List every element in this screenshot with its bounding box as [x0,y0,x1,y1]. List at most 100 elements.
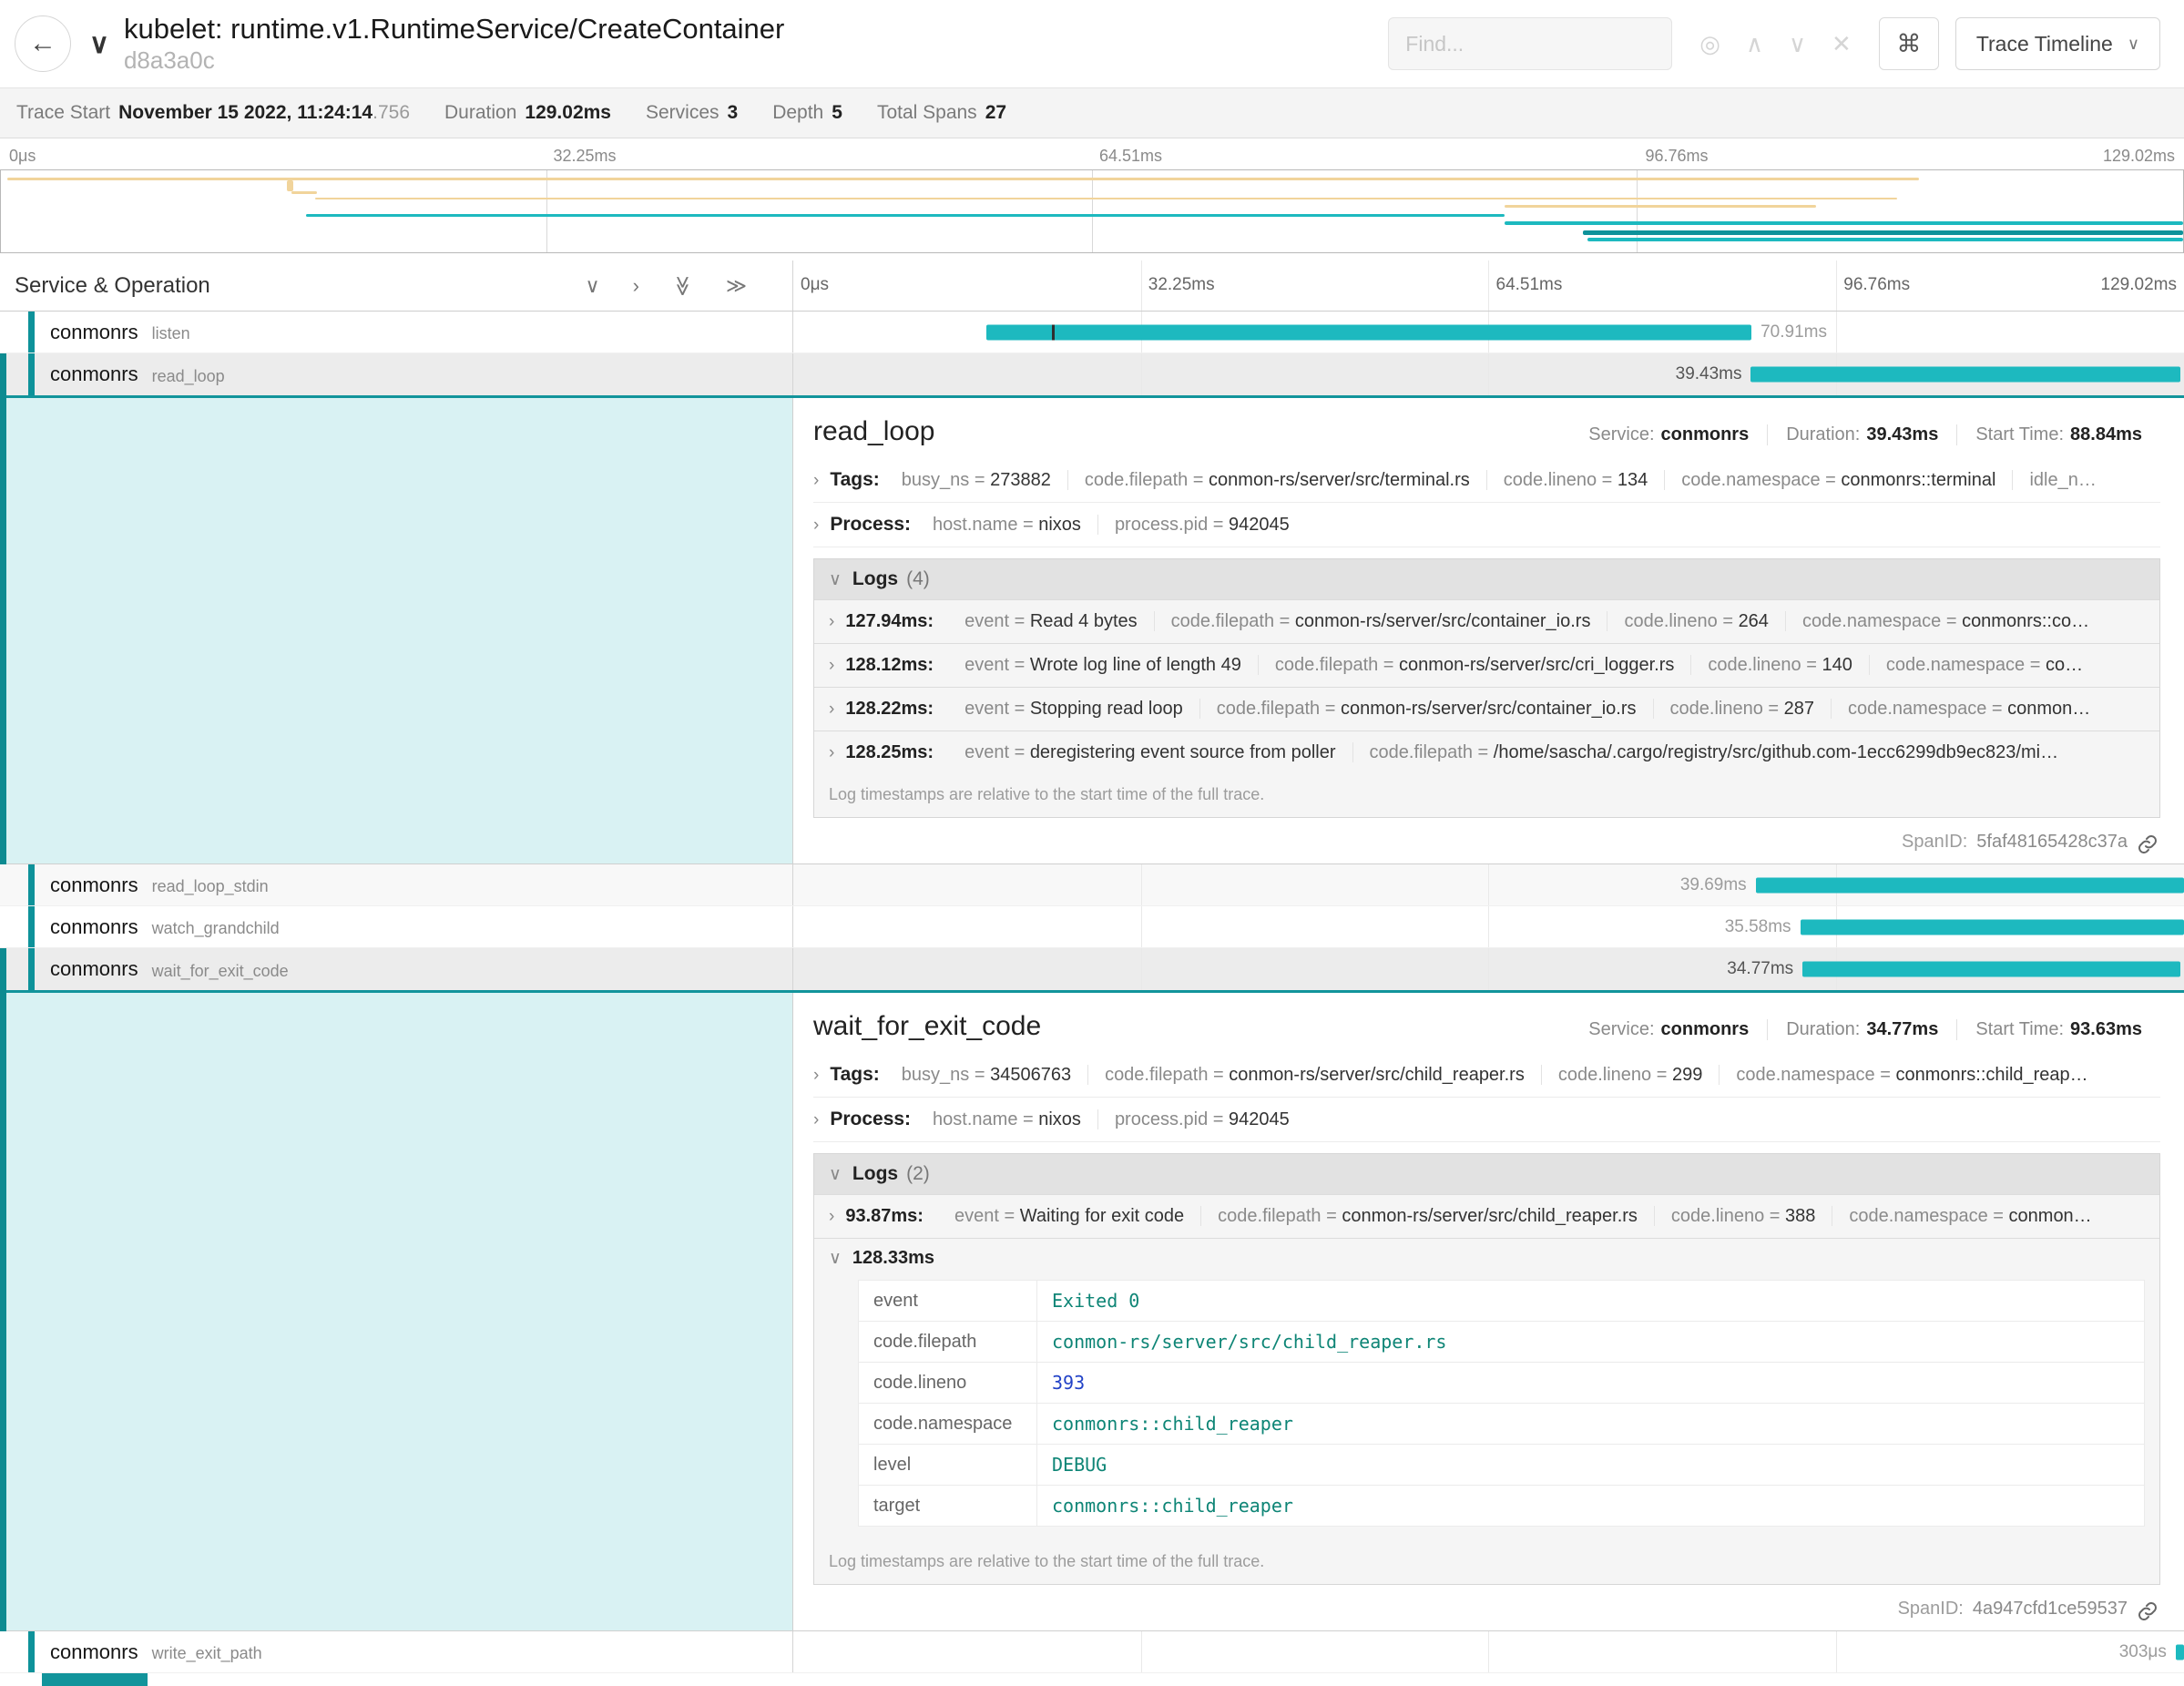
span-name-cell[interactable]: conmonrs write_exit_path [0,1631,793,1672]
minimap-span-line [1587,238,2183,241]
span-name-cell[interactable]: conmonrs listen [0,312,793,353]
time-tick: 0μs [801,275,829,295]
span-bar[interactable] [1756,877,2184,893]
tags-row[interactable]: › Tags: busy_ns = 34506763code.filepath … [813,1053,2160,1098]
service-name: conmonrs [50,321,138,344]
span-timeline-cell[interactable]: 39.43ms [793,353,2184,395]
span-name-cell[interactable]: conmonrs wait_for_exit_code [6,948,793,990]
span-name-cell[interactable]: conmonrs read_loop_stdin [0,864,793,905]
page-title: kubelet: runtime.v1.RuntimeService/Creat… [124,14,784,46]
log-entry[interactable]: ›128.22ms:event = Stopping read loopcode… [814,687,2159,731]
expanded-span-wait-for-exit-code: conmonrs wait_for_exit_code 34.77ms wait… [0,948,2184,1631]
span-name-cell[interactable]: conmonrs read_loop [6,353,793,395]
command-icon: ⌘ [1896,30,1921,58]
trace-id: d8a3a0c [124,47,784,74]
span-timeline-cell[interactable]: 35.58ms [793,906,2184,947]
span-duration-label: 35.58ms [1725,917,1791,937]
detail-start-time: Start Time:88.84ms [1956,424,2160,445]
process-list: host.name = nixosprocess.pid = 942045 [916,515,1306,536]
next-match-icon[interactable]: ∨ [1789,30,1806,58]
process-row[interactable]: › Process: host.name = nixosprocess.pid … [813,503,2160,547]
timeline-header: Service & Operation ∨ › ≫ ≫ 0μs 32.25ms … [0,261,2184,312]
kv-pair: process.pid = 942045 [1097,515,1306,535]
log-field-row: targetconmonrs::child_reaper [859,1486,2145,1527]
logs-header[interactable]: ∨ Logs (2) [814,1154,2159,1194]
expand-one-icon[interactable]: › [633,274,639,298]
logs-header[interactable]: ∨ Logs (4) [814,559,2159,599]
span-row-write-exit-path[interactable]: conmonrs write_exit_path 303μs [0,1631,2184,1673]
detail-meta: Service:conmonrs Duration:39.43ms Start … [1570,424,2160,445]
keyboard-shortcuts-button[interactable]: ⌘ [1879,17,1939,70]
collapse-one-icon[interactable]: ∨ [586,274,600,298]
kv-pair: code.namespace = conmon… [1832,1206,2107,1226]
back-button[interactable]: ← [15,15,71,72]
kv-pair: event = Read 4 bytes [948,611,1154,631]
chevron-right-icon: › [813,516,819,536]
process-label: Process: [830,514,911,536]
log-field-row: code.namespaceconmonrs::child_reaper [859,1404,2145,1445]
log-entry[interactable]: ›128.25ms:event = deregistering event so… [814,731,2159,774]
span-bar[interactable] [1802,962,2180,977]
span-bar[interactable] [1750,367,2180,383]
link-icon[interactable] [2137,833,2158,855]
service-operation-title: Service & Operation [15,273,210,299]
trace-minimap[interactable] [0,169,2184,253]
time-tick: 129.02ms [2103,147,2175,166]
span-bar[interactable] [1801,919,2184,935]
detail-meta: Service:conmonrs Duration:34.77ms Start … [1570,1019,2160,1040]
locate-match-icon[interactable]: ◎ [1699,30,1720,58]
span-row-listen[interactable]: conmonrs listen 70.91ms [0,312,2184,353]
minimap-span-line [7,178,1919,180]
minimap-span-line [1583,230,2183,235]
span-duration-label: 39.69ms [1680,875,1747,895]
tags-row[interactable]: › Tags: busy_ns = 273882code.filepath = … [813,458,2160,503]
log-fields: event = Waiting for exit codecode.filepa… [938,1206,2108,1227]
service-name: conmonrs [50,915,138,939]
service-color-bar [42,1673,148,1686]
span-timeline-cell[interactable]: 70.91ms [793,312,2184,353]
span-timeline-cell[interactable]: 34.77ms [793,948,2184,990]
minimap-time-axis: 0μs 32.25ms 64.51ms 96.76ms 129.02ms [0,138,2184,169]
log-expanded-header[interactable]: ∨ 128.33ms [829,1248,2145,1269]
view-selector-label: Trace Timeline [1976,32,2113,56]
collapse-all-icon[interactable]: ≫ [670,275,694,296]
span-timeline-cell[interactable]: 303μs [793,1631,2184,1672]
view-selector-button[interactable]: Trace Timeline ∨ [1955,17,2160,70]
service-operation-header: Service & Operation ∨ › ≫ ≫ [0,261,793,311]
find-input[interactable] [1388,17,1672,70]
span-bar[interactable] [986,324,1751,340]
log-entry[interactable]: ›127.94ms:event = Read 4 bytescode.filep… [814,599,2159,643]
log-fields: event = Stopping read loopcode.filepath … [948,699,2107,720]
prev-match-icon[interactable]: ∧ [1746,30,1763,58]
time-tick: 64.51ms [1099,147,1162,166]
collapse-trace-header-button[interactable]: ∨ [89,28,109,60]
span-bar[interactable] [2176,1644,2184,1660]
process-list: host.name = nixosprocess.pid = 942045 [916,1109,1306,1130]
span-row-wait-for-exit-code[interactable]: conmonrs wait_for_exit_code 34.77ms [6,948,2184,993]
span-duration-label: 70.91ms [1760,322,1827,342]
span-timeline-cell[interactable]: 39.69ms [793,864,2184,905]
span-id-value: 4a947cfd1ce59537 [1973,1599,2128,1620]
log-timestamp: 127.94ms: [845,611,934,632]
chevron-down-icon: ∨ [2128,35,2139,54]
log-entry-expanded[interactable]: ∨ 128.33ms eventExited 0code.filepathcon… [814,1238,2159,1541]
log-entry[interactable]: ›128.12ms:event = Wrote log line of leng… [814,643,2159,687]
kv-pair: process.pid = 942045 [1097,1109,1306,1129]
span-row-watch-grandchild[interactable]: conmonrs watch_grandchild 35.58ms [0,906,2184,948]
kv-pair: code.filepath = conmon-rs/server/src/chi… [1087,1065,1541,1085]
span-name-cell[interactable]: conmonrs watch_grandchild [0,906,793,947]
span-id-value: 5faf48165428c37a [1976,832,2128,853]
expand-all-icon[interactable]: ≫ [726,274,747,298]
trace-total-spans: Total Spans27 [877,102,1006,124]
log-entry[interactable]: ›93.87ms:event = Waiting for exit codeco… [814,1194,2159,1238]
process-row[interactable]: › Process: host.name = nixosprocess.pid … [813,1098,2160,1142]
clear-search-icon[interactable]: ✕ [1832,30,1852,58]
log-field-row: eventExited 0 [859,1281,2145,1322]
service-name: conmonrs [50,874,138,897]
time-tick: 32.25ms [554,147,617,166]
span-row-read-loop[interactable]: conmonrs read_loop 39.43ms [6,353,2184,398]
kv-pair: code.lineno = 299 [1541,1065,1719,1085]
span-row-read-loop-stdin[interactable]: conmonrs read_loop_stdin 39.69ms [0,864,2184,906]
operation-name: wait_for_exit_code [152,962,289,981]
link-icon[interactable] [2137,1600,2158,1622]
